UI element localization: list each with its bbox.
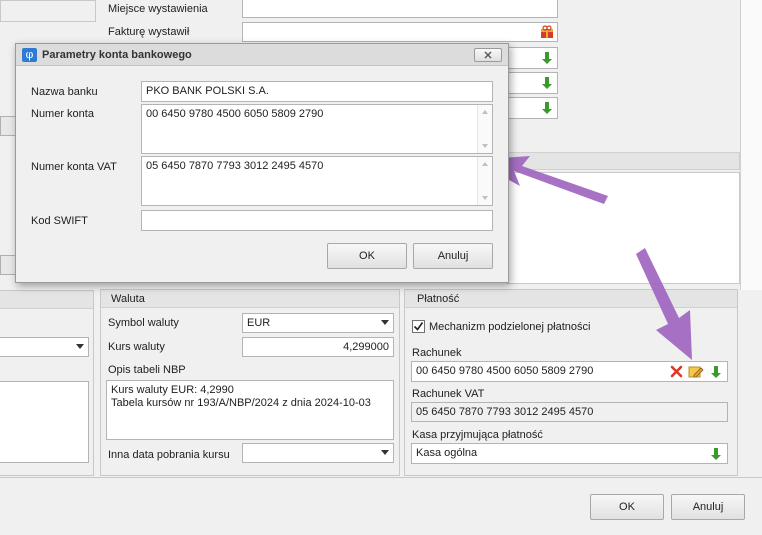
account-number-field[interactable]: 00 6450 9780 4500 6050 5809 2790: [141, 104, 493, 154]
vat-account-number-label: Numer konta VAT: [31, 161, 117, 173]
dialog-ok-button[interactable]: OK: [327, 243, 407, 269]
app-logo-icon: φ: [22, 48, 37, 62]
dialog-title-bar: φ Parametry konta bankowego: [16, 44, 508, 66]
bank-name-value: PKO BANK POLSKI S.A.: [146, 85, 269, 97]
dialog-cancel-button[interactable]: Anuluj: [413, 243, 493, 269]
swift-label: Kod SWIFT: [31, 215, 88, 227]
dialog-close-button[interactable]: [474, 48, 502, 62]
vat-account-number-value: 05 6450 7870 7793 3012 2495 4570: [146, 160, 324, 172]
account-number-label: Numer konta: [31, 108, 94, 120]
bank-account-dialog: φ Parametry konta bankowego Nazwa banku …: [15, 43, 509, 283]
account-number-scrollbar[interactable]: [477, 105, 492, 153]
close-icon: [484, 51, 492, 59]
account-number-value: 00 6450 9780 4500 6050 5809 2790: [146, 108, 324, 120]
bank-name-field[interactable]: PKO BANK POLSKI S.A.: [141, 81, 493, 102]
vat-account-number-scrollbar[interactable]: [477, 157, 492, 205]
dialog-title: Parametry konta bankowego: [42, 49, 192, 61]
vat-account-number-field[interactable]: 05 6450 7870 7793 3012 2495 4570: [141, 156, 493, 206]
bank-name-label: Nazwa banku: [31, 86, 98, 98]
swift-field[interactable]: [141, 210, 493, 231]
